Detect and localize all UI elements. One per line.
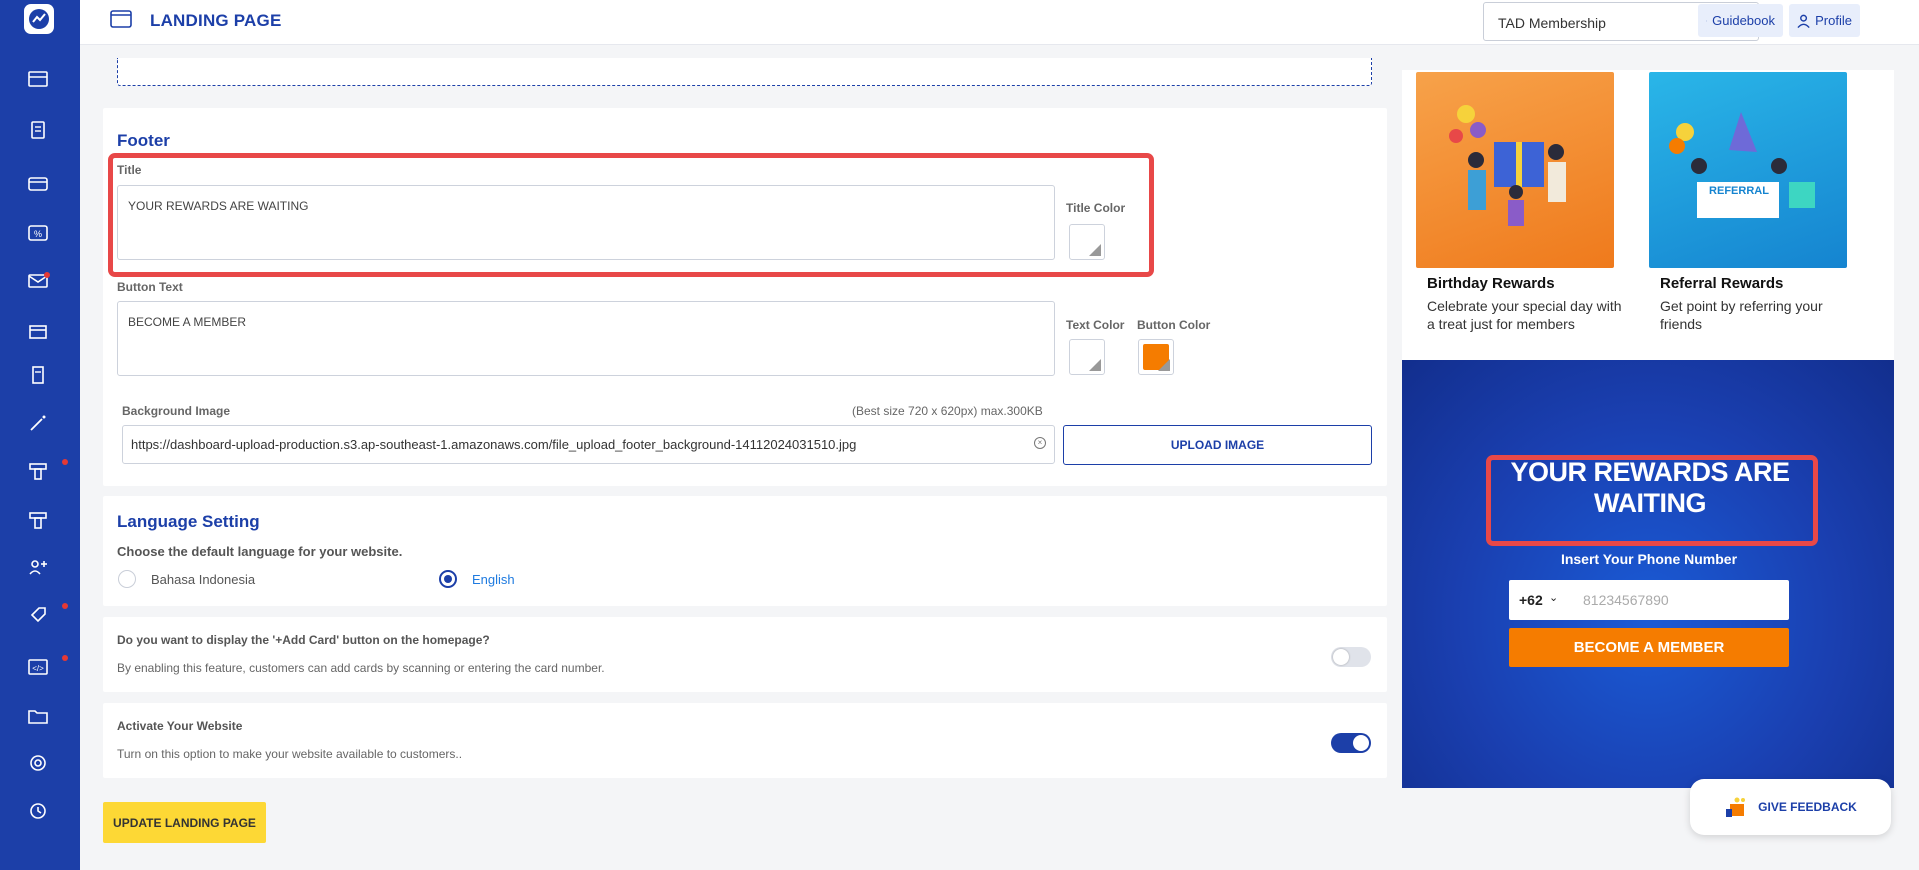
toggle-knob [1353,735,1369,751]
add-card-question: Do you want to display the '+Add Card' b… [117,633,490,647]
upload-image-button[interactable]: UPLOAD IMAGE [1063,425,1372,465]
target-icon[interactable] [26,752,50,774]
member-add-icon[interactable] [26,556,50,578]
activate-title: Activate Your Website [117,719,243,733]
button-text-input[interactable]: BECOME A MEMBER [117,301,1055,376]
color-corner-icon [1158,359,1170,371]
card-icon[interactable] [26,173,50,195]
background-image-label: Background Image [122,404,231,418]
voucher-icon[interactable] [26,460,50,482]
dashboard-icon[interactable] [26,68,50,90]
top-bar: LANDING PAGE TAD Membership⌄ Guidebook P… [80,0,1919,45]
background-size-hint: (Best size 720 x 620px) max.300KB [852,404,1043,418]
promo-title-birthday: Birthday Rewards [1427,275,1555,292]
membership-select-value: TAD Membership [1498,15,1606,31]
guidebook-label: Guidebook [1712,13,1775,28]
document-icon[interactable] [26,119,50,141]
give-feedback-button[interactable]: GIVE FEEDBACK [1690,779,1891,835]
promo-desc-birthday: Celebrate your special day with a treat … [1427,298,1622,332]
activate-description: Turn on this option to make your website… [117,747,463,761]
option-bahasa-indonesia-label: Bahasa Indonesia [151,572,256,587]
promo-title-referral: Referral Rewards [1660,275,1784,292]
preview-phone-label: Insert Your Phone Number [1560,551,1738,567]
tag-icon[interactable] [26,604,50,626]
add-template-button[interactable] [117,58,1372,86]
title-label: Title [117,163,142,177]
page-title: LANDING PAGE [150,11,282,30]
language-description: Choose the default language for your web… [117,544,403,559]
button-color-picker[interactable] [1138,339,1174,375]
country-code-select[interactable]: +62 [1519,592,1543,608]
background-url-input[interactable]: https://dashboard-upload-production.s3.a… [122,425,1055,464]
referral-banner-text: REFERRAL [1709,185,1769,197]
add-card-setting-card [103,617,1387,692]
voucher-list-icon[interactable] [26,509,50,531]
browser-window-icon [110,10,132,28]
preview-phone-input[interactable]: +62 ⌄ 81234567890 [1509,580,1789,620]
button-color-label: Button Color [1137,318,1211,332]
receipt-icon[interactable] [26,364,50,386]
preview-footer [1402,360,1894,788]
button-text-label: Button Text [117,280,183,294]
activate-website-toggle[interactable] [1331,733,1371,753]
book-icon [1706,20,1708,21]
add-card-description: By enabling this feature, customers can … [117,661,605,675]
history-icon[interactable] [26,800,50,822]
feedback-icon [1726,797,1746,817]
app-logo[interactable] [24,4,54,34]
option-english-label: English [472,572,515,587]
title-color-picker[interactable] [1069,224,1105,260]
birthday-illustration [1416,72,1614,268]
notification-dot [62,459,68,465]
notification-dot [44,272,50,278]
radio-english[interactable] [439,570,457,588]
give-feedback-label: GIVE FEEDBACK [1758,800,1857,814]
code-window-icon[interactable]: </> [26,656,50,678]
discount-icon[interactable]: % [26,222,50,244]
store-icon[interactable] [26,320,50,342]
guidebook-button[interactable]: Guidebook [1698,4,1783,37]
footer-heading: Footer [117,131,170,150]
color-corner-icon [1089,359,1101,371]
activate-website-card [103,703,1387,778]
chevron-down-icon: ⌄ [1549,592,1559,604]
preview-become-member-button[interactable]: BECOME A MEMBER [1509,628,1789,667]
sidebar: % </> [0,0,80,870]
folder-user-icon[interactable] [26,705,50,727]
user-icon [1797,14,1810,28]
notification-dot [62,655,68,661]
notification-dot [62,603,68,609]
svg-text:%: % [34,229,42,239]
phone-placeholder: 81234567890 [1583,592,1669,608]
language-heading: Language Setting [117,512,260,531]
clear-icon[interactable]: × [1034,437,1046,449]
preview-footer-title: YOUR REWARDS ARE WAITING [1510,457,1790,518]
text-color-label: Text Color [1066,318,1125,332]
profile-label: Profile [1815,13,1852,28]
promo-desc-referral: Get point by referring your friends [1660,298,1823,332]
radio-bahasa-indonesia[interactable] [118,570,136,588]
text-color-picker[interactable] [1069,339,1105,375]
profile-button[interactable]: Profile [1789,4,1860,37]
title-input[interactable]: YOUR REWARDS ARE WAITING [117,185,1055,260]
magic-wand-icon[interactable] [26,412,50,434]
title-color-label: Title Color [1066,201,1126,215]
svg-text:</>: </> [32,664,44,673]
add-card-toggle[interactable] [1331,647,1371,667]
color-corner-icon [1089,244,1101,256]
toggle-knob [1333,649,1349,665]
referral-illustration: REFERRAL [1649,72,1847,268]
update-landing-page-button[interactable]: UPDATE LANDING PAGE [103,802,266,843]
